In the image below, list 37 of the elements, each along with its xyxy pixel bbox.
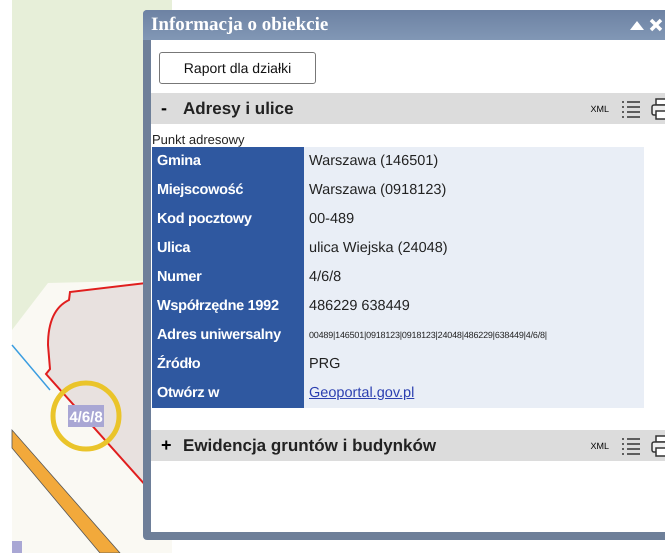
collapse-icon[interactable] bbox=[629, 19, 645, 31]
section-header[interactable]: + Ewidencja gruntów i budynków XML bbox=[151, 430, 665, 461]
field-value: 4/6/8 bbox=[304, 263, 644, 292]
field-label: Otwórz w bbox=[152, 379, 304, 408]
xml-link[interactable]: XML bbox=[590, 440, 609, 450]
section-title[interactable]: Ewidencja gruntów i budynków bbox=[183, 436, 580, 456]
field-value: PRG bbox=[304, 350, 644, 379]
field-label: Gmina bbox=[152, 147, 304, 176]
field-label: Numer bbox=[152, 263, 304, 292]
highlight-circle bbox=[50, 380, 122, 452]
toggle-sign[interactable]: + bbox=[161, 435, 173, 456]
field-value: 00489|146501|0918123|0918123|24048|486229|638449|4/6/8| bbox=[304, 321, 644, 350]
subsection-title: Punkt adresowy bbox=[152, 132, 246, 147]
field-value: Warszawa (146501) bbox=[304, 147, 644, 176]
window-title: Informacja o obiekcie bbox=[151, 14, 330, 36]
field-label: Kod pocztowy bbox=[152, 205, 304, 234]
toggle-sign[interactable]: - bbox=[161, 98, 173, 119]
report-button[interactable]: Raport dla działki bbox=[159, 52, 316, 84]
field-label: Miejscowość bbox=[152, 176, 304, 205]
parcel-label: 4/6/8 bbox=[68, 405, 104, 427]
section-title[interactable]: Adresy i ulice bbox=[183, 98, 580, 118]
list-icon[interactable] bbox=[621, 436, 641, 456]
geoportal-link[interactable]: Geoportal.gov.pl bbox=[309, 385, 414, 401]
close-icon[interactable] bbox=[649, 18, 663, 32]
field-value: Warszawa (0918123) bbox=[304, 176, 644, 205]
field-label: Źródło bbox=[152, 350, 304, 379]
field-label: Współrzędne 1992 bbox=[152, 292, 304, 321]
boundary-line bbox=[11, 344, 51, 390]
xml-link[interactable]: XML bbox=[590, 104, 609, 114]
field-value: ulica Wiejska (24048) bbox=[304, 234, 644, 263]
field-label: Ulica bbox=[152, 234, 304, 263]
map-marker bbox=[12, 541, 22, 553]
field-value: 00-489 bbox=[304, 205, 644, 234]
list-icon[interactable] bbox=[621, 98, 641, 118]
field-label: Adres uniwersalny bbox=[152, 321, 304, 350]
field-value: 486229 638449 bbox=[304, 292, 644, 321]
section-header[interactable]: - Adresy i ulice XML bbox=[151, 93, 665, 124]
